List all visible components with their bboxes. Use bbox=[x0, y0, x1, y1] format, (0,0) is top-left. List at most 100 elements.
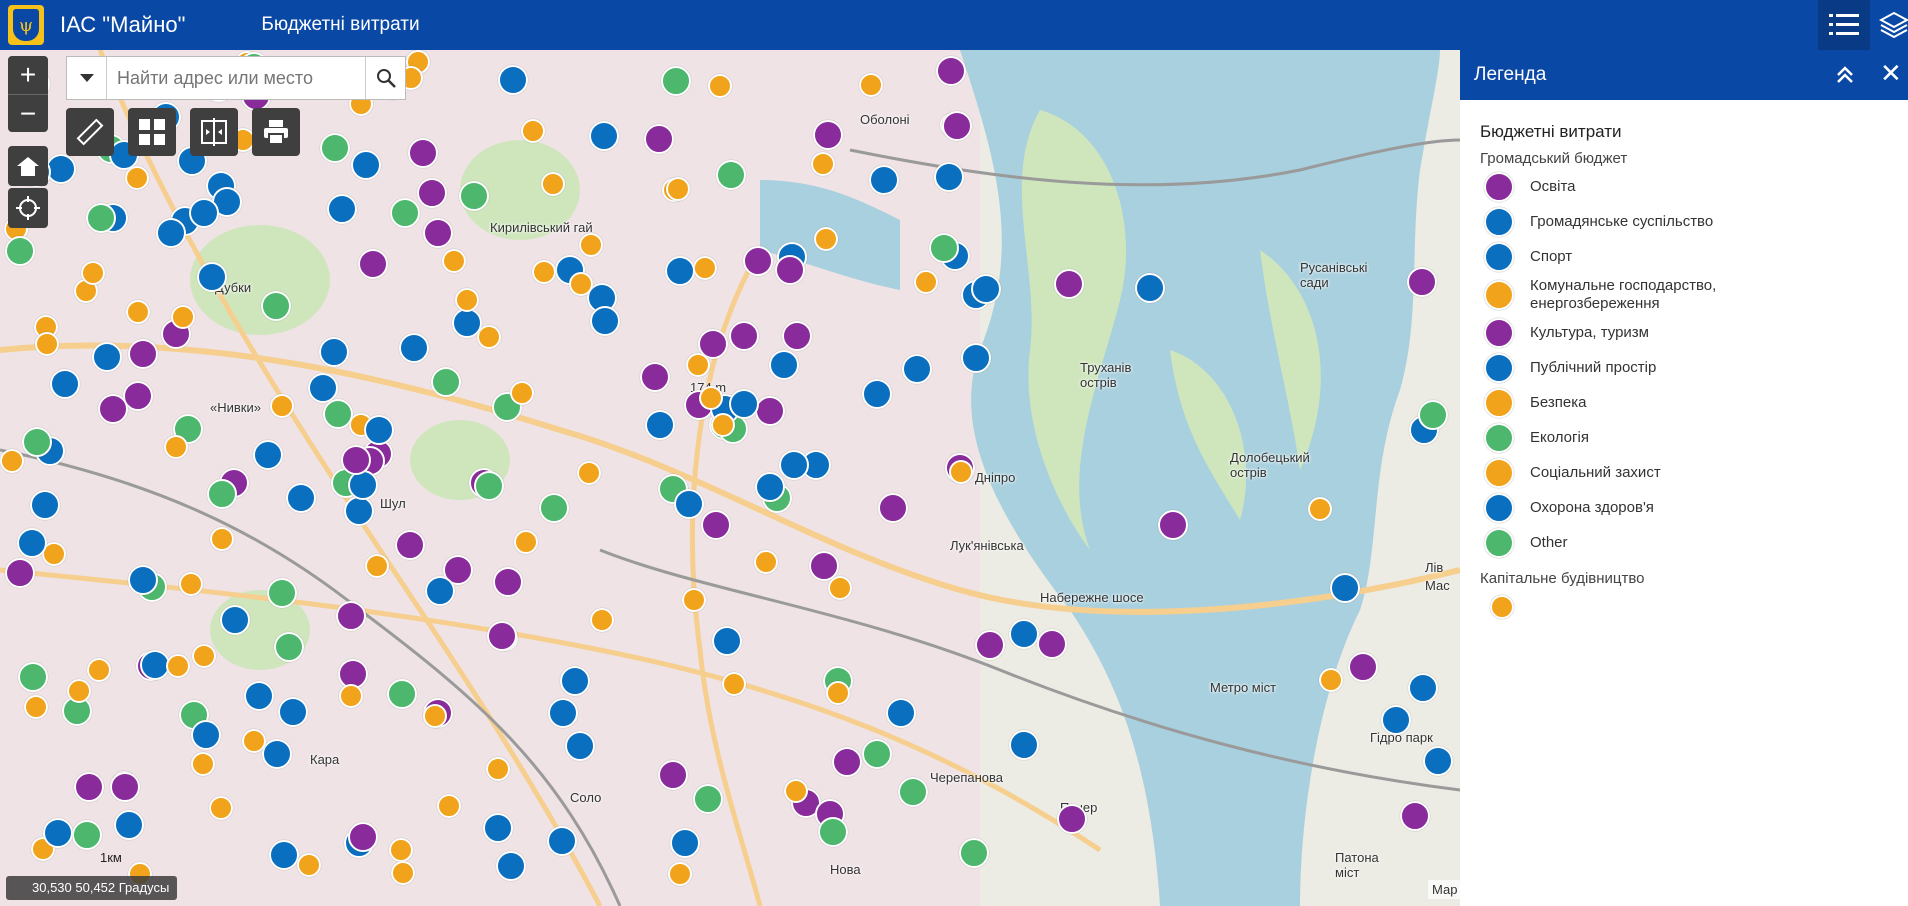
map-marker[interactable] bbox=[391, 860, 416, 885]
map-marker[interactable] bbox=[196, 261, 227, 292]
map-marker[interactable] bbox=[664, 256, 695, 287]
map-marker[interactable] bbox=[693, 783, 724, 814]
map-marker[interactable] bbox=[1417, 400, 1448, 431]
map-marker[interactable] bbox=[81, 260, 106, 285]
map-marker[interactable] bbox=[743, 245, 774, 276]
zoom-in-button[interactable]: + bbox=[8, 56, 48, 94]
map-marker[interactable] bbox=[667, 862, 692, 887]
map-marker[interactable] bbox=[901, 353, 932, 384]
map-marker[interactable] bbox=[307, 372, 338, 403]
map-marker[interactable] bbox=[644, 410, 675, 441]
map-marker[interactable] bbox=[91, 341, 122, 372]
map-marker[interactable] bbox=[261, 738, 292, 769]
map-marker[interactable] bbox=[206, 478, 237, 509]
collapse-up-icon[interactable] bbox=[1834, 64, 1856, 86]
map-marker[interactable] bbox=[665, 177, 690, 202]
map-marker[interactable] bbox=[1330, 572, 1361, 603]
map-marker[interactable] bbox=[782, 320, 813, 351]
map-marker[interactable] bbox=[565, 730, 596, 761]
map-marker[interactable] bbox=[338, 684, 363, 709]
map-marker[interactable] bbox=[1037, 628, 1068, 659]
map-marker[interactable] bbox=[71, 820, 102, 851]
map-marker[interactable] bbox=[660, 66, 691, 97]
map-marker[interactable] bbox=[441, 249, 466, 273]
map-marker[interactable] bbox=[707, 74, 732, 99]
search-button[interactable] bbox=[365, 57, 405, 99]
map-marker[interactable] bbox=[818, 816, 849, 847]
map-marker[interactable] bbox=[424, 576, 455, 607]
map-marker[interactable] bbox=[868, 164, 899, 195]
map-marker[interactable] bbox=[710, 413, 735, 438]
map-marker[interactable] bbox=[422, 218, 453, 249]
map-marker[interactable] bbox=[1406, 267, 1437, 298]
map-marker[interactable] bbox=[267, 577, 298, 608]
map-marker[interactable] bbox=[451, 308, 482, 339]
map-marker[interactable] bbox=[191, 643, 216, 668]
map-marker[interactable] bbox=[16, 527, 47, 558]
map-marker[interactable] bbox=[323, 398, 354, 429]
kyiv-coat-of-arms-icon[interactable]: ψ bbox=[8, 5, 44, 45]
map-marker[interactable] bbox=[155, 218, 186, 249]
map-marker[interactable] bbox=[23, 694, 48, 719]
map-marker[interactable] bbox=[539, 492, 570, 523]
map-marker[interactable] bbox=[540, 171, 565, 196]
map-marker[interactable] bbox=[178, 572, 203, 597]
map-marker[interactable] bbox=[974, 629, 1005, 660]
map-marker[interactable] bbox=[701, 509, 732, 540]
map-marker[interactable] bbox=[458, 180, 489, 211]
map-marker[interactable] bbox=[1308, 496, 1333, 521]
map-marker[interactable] bbox=[948, 459, 973, 484]
legend-toggle-button[interactable] bbox=[1818, 0, 1870, 50]
map-marker[interactable] bbox=[388, 837, 413, 862]
map-marker[interactable] bbox=[191, 719, 222, 750]
map-marker[interactable] bbox=[546, 825, 577, 856]
map-marker[interactable] bbox=[398, 332, 429, 363]
swipe-tool-button[interactable] bbox=[190, 108, 238, 156]
map-marker[interactable] bbox=[1422, 745, 1453, 776]
map-marker[interactable] bbox=[960, 343, 991, 373]
map-marker[interactable] bbox=[273, 632, 304, 663]
map-marker[interactable] bbox=[386, 678, 417, 709]
map-marker[interactable] bbox=[669, 827, 700, 858]
map-marker[interactable] bbox=[344, 495, 375, 526]
map-marker[interactable] bbox=[252, 440, 283, 471]
map-marker[interactable] bbox=[319, 133, 350, 164]
map-marker[interactable] bbox=[209, 526, 234, 551]
map-marker[interactable] bbox=[124, 166, 149, 191]
map-marker[interactable] bbox=[98, 393, 129, 424]
map-marker[interactable] bbox=[497, 64, 528, 95]
map-marker[interactable] bbox=[286, 482, 317, 513]
map-marker[interactable] bbox=[693, 255, 718, 280]
map-marker[interactable] bbox=[639, 361, 670, 392]
map-marker[interactable] bbox=[277, 696, 308, 727]
map-canvas[interactable]: Кирилівський гай Дубки «Нивки» Шул Русан… bbox=[0, 50, 1460, 906]
map-marker[interactable] bbox=[297, 852, 321, 877]
map-marker[interactable] bbox=[454, 287, 479, 312]
map-marker[interactable] bbox=[86, 658, 111, 683]
map-marker[interactable] bbox=[935, 56, 966, 87]
map-marker[interactable] bbox=[933, 161, 964, 192]
map-marker[interactable] bbox=[395, 530, 426, 561]
map-attribution[interactable]: Мар bbox=[1428, 880, 1462, 899]
map-marker[interactable] bbox=[681, 587, 706, 612]
map-marker[interactable] bbox=[66, 678, 91, 703]
map-marker[interactable] bbox=[113, 809, 144, 840]
map-marker[interactable] bbox=[483, 812, 514, 843]
map-marker[interactable] bbox=[1009, 618, 1040, 649]
map-marker[interactable] bbox=[812, 119, 843, 150]
map-marker[interactable] bbox=[914, 269, 939, 294]
map-marker[interactable] bbox=[241, 729, 266, 754]
map-marker[interactable] bbox=[589, 608, 614, 633]
map-marker[interactable] bbox=[589, 306, 620, 337]
map-marker[interactable] bbox=[970, 273, 1001, 304]
locate-button[interactable] bbox=[8, 188, 48, 228]
map-marker[interactable] bbox=[509, 381, 534, 406]
map-marker[interactable] bbox=[942, 110, 973, 141]
map-marker[interactable] bbox=[711, 626, 742, 657]
map-marker[interactable] bbox=[559, 665, 590, 696]
map-marker[interactable] bbox=[958, 837, 989, 868]
map-marker[interactable] bbox=[644, 123, 675, 154]
map-marker[interactable] bbox=[436, 794, 461, 819]
map-marker[interactable] bbox=[431, 366, 462, 397]
map-marker[interactable] bbox=[336, 601, 367, 631]
